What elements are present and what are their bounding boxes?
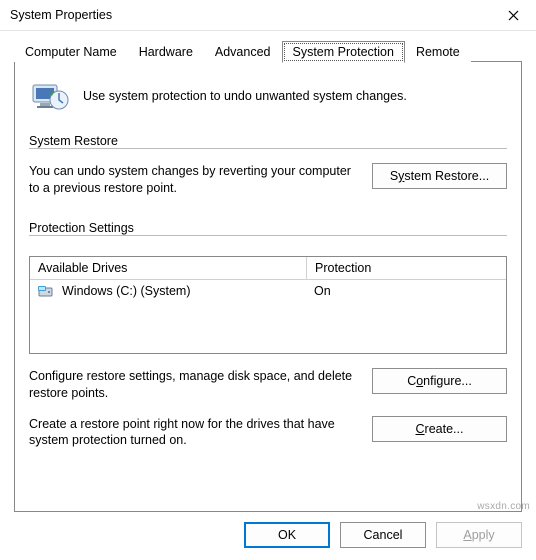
drives-list[interactable]: Available Drives Protection bbox=[29, 256, 507, 354]
configure-desc: Configure restore settings, manage disk … bbox=[29, 368, 356, 402]
system-properties-window: System Properties Computer Name Hardware… bbox=[0, 0, 536, 560]
intro-row: Use system protection to undo unwanted s… bbox=[29, 74, 507, 124]
apply-button[interactable]: Apply bbox=[436, 522, 522, 548]
col-header-protection[interactable]: Protection bbox=[307, 257, 506, 279]
watermark: wsxdn.com bbox=[477, 501, 530, 512]
tab-computer-name[interactable]: Computer Name bbox=[14, 41, 128, 62]
tabstrip: Computer Name Hardware Advanced System P… bbox=[14, 39, 522, 62]
ok-button[interactable]: OK bbox=[244, 522, 330, 548]
group-system-restore: System Restore You can undo system chang… bbox=[29, 136, 507, 197]
drives-header: Available Drives Protection bbox=[30, 257, 506, 280]
legend-system-restore: System Restore bbox=[29, 134, 124, 148]
create-desc: Create a restore point right now for the… bbox=[29, 416, 356, 450]
drive-label: Windows (C:) (System) bbox=[62, 284, 190, 298]
drive-icon bbox=[38, 284, 56, 298]
configure-button[interactable]: Configure... bbox=[372, 368, 507, 394]
legend-protection-settings: Protection Settings bbox=[29, 221, 140, 235]
tab-remote[interactable]: Remote bbox=[405, 41, 471, 62]
close-icon[interactable] bbox=[491, 0, 536, 30]
group-protection-settings: Protection Settings Available Drives Pro… bbox=[29, 223, 507, 450]
col-header-drive[interactable]: Available Drives bbox=[30, 257, 307, 279]
tab-advanced[interactable]: Advanced bbox=[204, 41, 282, 62]
titlebar: System Properties bbox=[0, 0, 536, 31]
create-button[interactable]: Create... bbox=[372, 416, 507, 442]
tab-hardware[interactable]: Hardware bbox=[128, 41, 204, 62]
system-protection-icon bbox=[29, 78, 69, 114]
dialog-button-bar: OK Cancel Apply bbox=[14, 522, 522, 548]
tab-system-protection[interactable]: System Protection bbox=[282, 41, 405, 63]
tab-page-system-protection: Use system protection to undo unwanted s… bbox=[14, 62, 522, 512]
system-restore-button[interactable]: System Restore... bbox=[372, 163, 507, 189]
cancel-button[interactable]: Cancel bbox=[340, 522, 426, 548]
intro-text: Use system protection to undo unwanted s… bbox=[83, 89, 407, 103]
table-row[interactable]: Windows (C:) (System) On bbox=[30, 280, 506, 302]
system-restore-desc: You can undo system changes by reverting… bbox=[29, 163, 356, 197]
cell-protection: On bbox=[306, 280, 506, 302]
window-title: System Properties bbox=[10, 8, 491, 22]
cell-drive: Windows (C:) (System) bbox=[30, 280, 306, 302]
